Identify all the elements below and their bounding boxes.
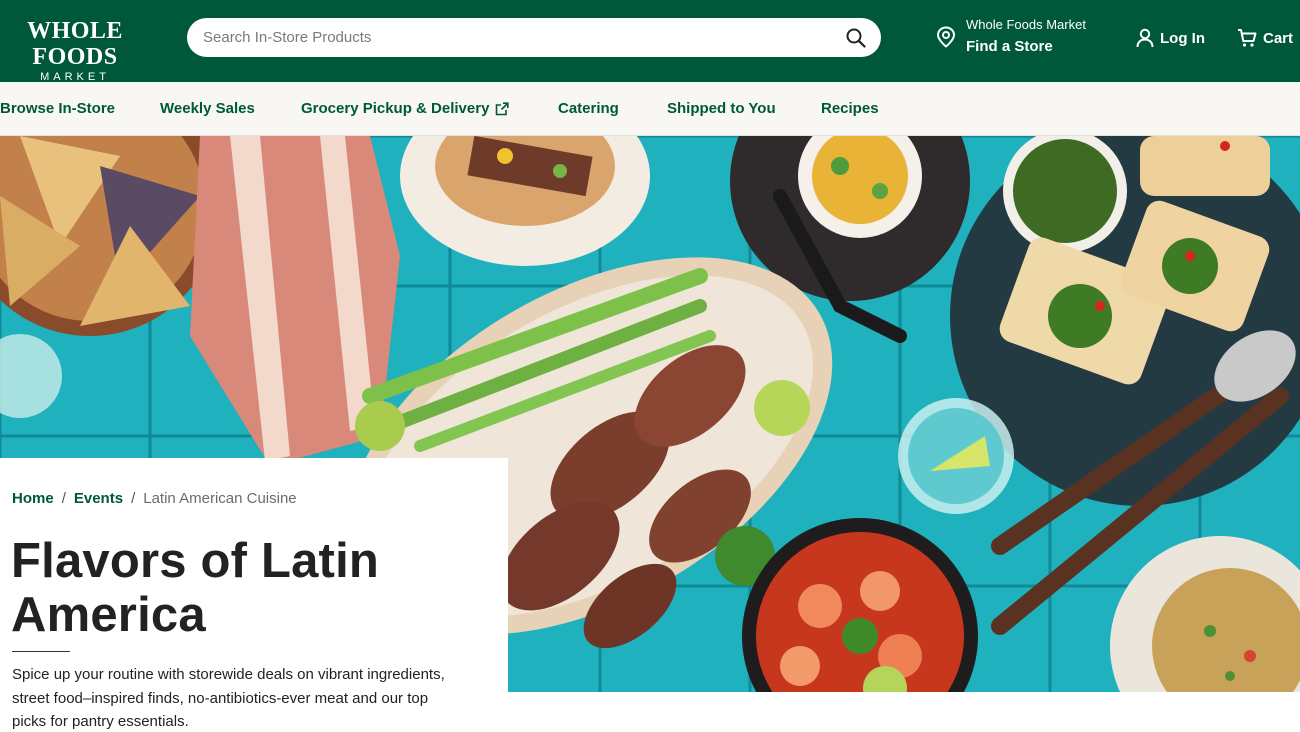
find-store-link[interactable]: Whole Foods Market Find a Store bbox=[936, 16, 1106, 62]
nav-label: Catering bbox=[558, 100, 619, 117]
breadcrumb: Home / Events / Latin American Cuisine bbox=[12, 490, 297, 507]
breadcrumb-separator: / bbox=[131, 490, 136, 507]
search-input[interactable] bbox=[187, 18, 881, 57]
user-icon bbox=[1136, 28, 1154, 48]
login-button[interactable]: Log In bbox=[1136, 26, 1205, 50]
login-label: Log In bbox=[1160, 29, 1205, 47]
search-button[interactable] bbox=[840, 22, 872, 54]
main-navigation: Browse In-Store Weekly Sales Grocery Pic… bbox=[0, 82, 1300, 136]
nav-recipes[interactable]: Recipes bbox=[821, 100, 879, 117]
nav-label: Grocery Pickup & Delivery bbox=[301, 100, 490, 117]
location-pin-icon bbox=[936, 26, 956, 48]
external-link-icon bbox=[496, 101, 510, 115]
search-icon bbox=[846, 28, 866, 48]
nav-browse-in-store[interactable]: Browse In-Store bbox=[0, 100, 115, 117]
cart-icon bbox=[1238, 29, 1257, 47]
page-description: Spice up your routine with storewide dea… bbox=[12, 666, 445, 730]
page-title: Flavors of Latin America bbox=[11, 534, 380, 642]
nav-label: Weekly Sales bbox=[160, 100, 255, 117]
logo-wordmark: WHOLE FOODS bbox=[27, 18, 123, 70]
nav-label: Shipped to You bbox=[667, 100, 776, 117]
nav-label: Recipes bbox=[821, 100, 879, 117]
nav-grocery-pickup-delivery[interactable]: Grocery Pickup & Delivery bbox=[301, 100, 510, 117]
page-intro-card: Home / Events / Latin American Cuisine F… bbox=[0, 458, 508, 732]
nav-catering[interactable]: Catering bbox=[558, 100, 619, 117]
breadcrumb-events[interactable]: Events bbox=[74, 490, 123, 507]
title-divider bbox=[12, 651, 70, 652]
site-header: WHOLE FOODS MARKET Whole Foods Market Fi… bbox=[0, 0, 1300, 83]
nav-weekly-sales[interactable]: Weekly Sales bbox=[160, 100, 255, 117]
nav-label: Browse In-Store bbox=[0, 100, 116, 117]
store-name: Whole Foods Market bbox=[966, 17, 1086, 32]
breadcrumb-home[interactable]: Home bbox=[12, 490, 54, 507]
find-store-label: Find a Store bbox=[966, 38, 1053, 55]
nav-shipped-to-you[interactable]: Shipped to You bbox=[667, 100, 776, 117]
whole-foods-logo[interactable]: WHOLE FOODS MARKET bbox=[0, 18, 150, 83]
breadcrumb-current: Latin American Cuisine bbox=[143, 490, 297, 507]
breadcrumb-separator: / bbox=[61, 490, 66, 507]
cart-button[interactable]: Cart bbox=[1237, 26, 1293, 50]
cart-label: Cart bbox=[1263, 29, 1294, 47]
